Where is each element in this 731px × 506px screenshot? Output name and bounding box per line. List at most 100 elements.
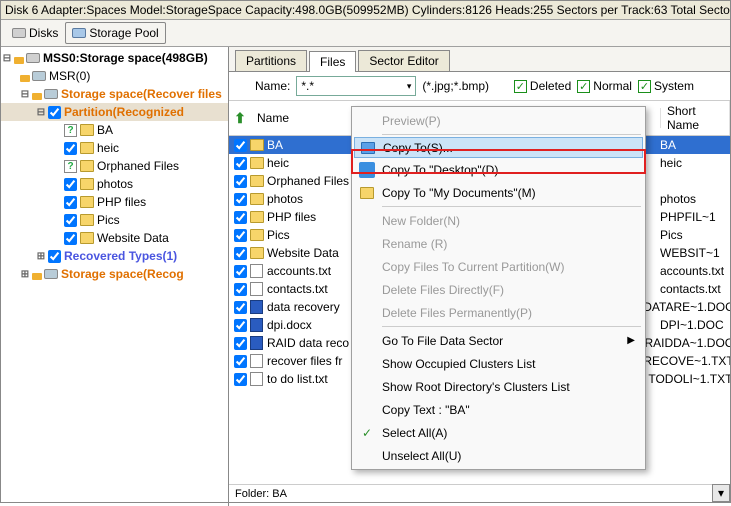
scroll-down-button[interactable]: ▾ bbox=[712, 484, 730, 502]
menu-copy-documents[interactable]: Copy To "My Documents"(M) bbox=[354, 181, 643, 204]
file-checkbox[interactable] bbox=[234, 211, 247, 224]
menu-new-folder[interactable]: New Folder(N) bbox=[354, 209, 643, 232]
menu-select-all[interactable]: ✓ Select All(A) bbox=[354, 421, 643, 444]
header-shortname[interactable]: Short Name bbox=[661, 101, 730, 135]
menu-unselect-all[interactable]: Unselect All(U) bbox=[354, 444, 643, 467]
word-doc-icon bbox=[250, 318, 263, 332]
tree-item[interactable]: ?Orphaned Files bbox=[1, 157, 228, 175]
tree-storage-recover[interactable]: ⊟ Storage space(Recover files bbox=[1, 85, 228, 103]
menu-copy-current[interactable]: Copy Files To Current Partition(W) bbox=[354, 255, 643, 278]
tree-recovered-label: Recovered Types(1) bbox=[64, 249, 177, 263]
filter-hint: (*.jpg;*.bmp) bbox=[422, 79, 489, 93]
tab-files[interactable]: Files bbox=[309, 51, 356, 72]
menu-separator bbox=[382, 134, 641, 135]
deleted-checkbox[interactable]: Deleted bbox=[514, 79, 571, 93]
menu-preview[interactable]: Preview(P) bbox=[354, 109, 643, 132]
file-checkbox[interactable] bbox=[234, 355, 247, 368]
text-file-icon bbox=[250, 354, 263, 368]
folder-icon bbox=[80, 178, 94, 190]
collapse-icon[interactable]: ⊟ bbox=[1, 53, 13, 64]
file-checkbox[interactable] bbox=[234, 193, 247, 206]
file-checkbox[interactable] bbox=[234, 157, 247, 170]
collapse-icon[interactable]: ⊟ bbox=[19, 89, 31, 100]
file-name: heic bbox=[267, 156, 289, 170]
menu-show-root-clusters[interactable]: Show Root Directory's Clusters List bbox=[354, 375, 643, 398]
file-checkbox[interactable] bbox=[234, 283, 247, 296]
menu-copy-to[interactable]: Copy To(S)... bbox=[354, 137, 643, 158]
tree-checkbox[interactable] bbox=[64, 142, 77, 155]
file-checkbox[interactable] bbox=[234, 229, 247, 242]
tree-item[interactable]: ? BA bbox=[1, 121, 228, 139]
file-name: recover files fr bbox=[267, 354, 342, 368]
system-checkbox[interactable]: System bbox=[638, 79, 694, 93]
partition-icon bbox=[32, 71, 46, 81]
file-checkbox[interactable] bbox=[234, 247, 247, 260]
file-checkbox[interactable] bbox=[234, 139, 247, 152]
file-shortname: TODOLI~1.TXT bbox=[648, 372, 730, 386]
file-checkbox[interactable] bbox=[234, 175, 247, 188]
tree-checkbox[interactable] bbox=[64, 232, 77, 245]
file-shortname: BA bbox=[660, 138, 676, 152]
lock-icon bbox=[14, 52, 24, 64]
tree-item[interactable]: Pics bbox=[1, 211, 228, 229]
tree-checkbox[interactable] bbox=[64, 214, 77, 227]
tab-sector-editor[interactable]: Sector Editor bbox=[358, 50, 449, 71]
tree-checkbox[interactable] bbox=[48, 106, 61, 119]
menu-delete-perm[interactable]: Delete Files Permanently(P) bbox=[354, 301, 643, 324]
storage-pool-button[interactable]: Storage Pool bbox=[65, 22, 165, 44]
tree-msr[interactable]: MSR(0) bbox=[1, 67, 228, 85]
menu-copy-desktop[interactable]: Copy To "Desktop"(D) bbox=[354, 158, 643, 181]
file-name: Pics bbox=[267, 228, 290, 242]
collapse-icon[interactable]: ⊟ bbox=[35, 107, 47, 118]
folder-icon bbox=[250, 157, 264, 169]
tree-item[interactable]: PHP files bbox=[1, 193, 228, 211]
toolbar: Disks Storage Pool bbox=[1, 20, 730, 47]
file-checkbox[interactable] bbox=[234, 337, 247, 350]
partition-icon bbox=[44, 89, 58, 99]
name-label: Name: bbox=[255, 79, 290, 93]
tabs: Partitions Files Sector Editor bbox=[229, 47, 730, 72]
partition-icon bbox=[44, 269, 58, 279]
file-shortname: photos bbox=[660, 192, 696, 206]
disks-button[interactable]: Disks bbox=[5, 22, 65, 44]
tree-checkbox[interactable] bbox=[48, 250, 61, 263]
tree-item[interactable]: Website Data bbox=[1, 229, 228, 247]
tree-item[interactable]: photos bbox=[1, 175, 228, 193]
tree-root[interactable]: ⊟ MSS0:Storage space(498GB) bbox=[1, 49, 228, 67]
file-name: RAID data reco bbox=[267, 336, 349, 350]
tree-item-label: BA bbox=[97, 123, 113, 137]
folder-icon bbox=[80, 142, 94, 154]
disks-label: Disks bbox=[29, 26, 58, 40]
tree-storage-recog[interactable]: ⊞ Storage space(Recog bbox=[1, 265, 228, 283]
file-checkbox[interactable] bbox=[234, 319, 247, 332]
normal-checkbox[interactable]: Normal bbox=[577, 79, 632, 93]
file-name: dpi.docx bbox=[267, 318, 312, 332]
up-folder-button[interactable]: ⬆ bbox=[229, 109, 251, 127]
file-checkbox[interactable] bbox=[234, 373, 247, 386]
folder-icon bbox=[250, 211, 264, 223]
tab-partitions[interactable]: Partitions bbox=[235, 50, 307, 71]
question-checkbox[interactable]: ? bbox=[64, 160, 77, 173]
question-checkbox[interactable]: ? bbox=[64, 124, 77, 137]
file-shortname: accounts.txt bbox=[660, 264, 724, 278]
tree-storage-recover-label: Storage space(Recover files bbox=[61, 87, 222, 101]
tree-root-label: MSS0:Storage space(498GB) bbox=[43, 51, 208, 65]
menu-goto-sector[interactable]: Go To File Data Sector▶ bbox=[354, 329, 643, 352]
file-checkbox[interactable] bbox=[234, 265, 247, 278]
check-icon: ✓ bbox=[359, 425, 375, 441]
check-icon bbox=[514, 80, 527, 93]
menu-show-clusters[interactable]: Show Occupied Clusters List bbox=[354, 352, 643, 375]
expand-icon[interactable]: ⊞ bbox=[19, 269, 31, 280]
tree-item[interactable]: heic bbox=[1, 139, 228, 157]
expand-icon[interactable]: ⊞ bbox=[35, 251, 47, 262]
file-checkbox[interactable] bbox=[234, 301, 247, 314]
tree-recovered[interactable]: ⊞ Recovered Types(1) bbox=[1, 247, 228, 265]
menu-delete-direct[interactable]: Delete Files Directly(F) bbox=[354, 278, 643, 301]
tree-checkbox[interactable] bbox=[64, 196, 77, 209]
name-filter-combo[interactable]: *.* ▾ bbox=[296, 76, 416, 96]
menu-copy-text[interactable]: Copy Text : "BA" bbox=[354, 398, 643, 421]
tree-partition[interactable]: ⊟ Partition(Recognized bbox=[1, 103, 228, 121]
file-name: PHP files bbox=[267, 210, 316, 224]
tree-checkbox[interactable] bbox=[64, 178, 77, 191]
menu-rename[interactable]: Rename (R) bbox=[354, 232, 643, 255]
